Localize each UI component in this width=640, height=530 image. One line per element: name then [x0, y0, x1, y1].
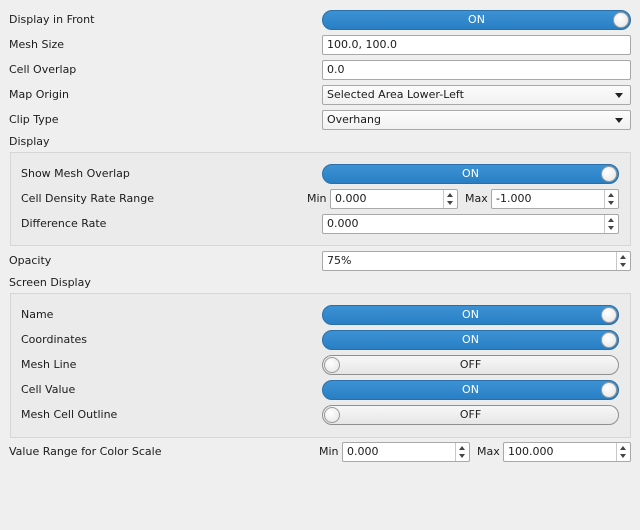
mesh-line-label: Mesh Line — [21, 358, 77, 371]
display-in-front-toggle[interactable]: ON — [322, 10, 631, 30]
opacity-label: Opacity — [9, 254, 52, 267]
color-scale-max-spinbox[interactable]: 100.000 — [503, 442, 631, 462]
toggle-knob — [324, 357, 340, 373]
map-origin-value: Selected Area Lower-Left — [327, 88, 464, 101]
toggle-knob — [601, 332, 617, 348]
cell-density-min-value: 0.000 — [335, 192, 367, 205]
name-label: Name — [21, 308, 54, 321]
cell-density-rate-range-label: Cell Density Rate Range — [21, 192, 154, 205]
toggle-knob — [601, 166, 617, 182]
spin-buttons[interactable] — [604, 215, 618, 233]
toggle-knob — [613, 12, 629, 28]
mesh-line-state: OFF — [459, 358, 482, 371]
clip-type-select[interactable]: Overhang — [322, 110, 631, 130]
cell-density-min-label: Min — [307, 192, 327, 205]
cell-overlap-label: Cell Overlap — [9, 63, 77, 76]
color-scale-min-spinbox[interactable]: 0.000 — [342, 442, 470, 462]
arrow-down-icon — [620, 263, 626, 267]
chevron-down-icon — [615, 118, 623, 123]
name-toggle[interactable]: ON — [322, 305, 619, 325]
cell-density-max-value: -1.000 — [496, 192, 532, 205]
opacity-spinbox[interactable]: 75% — [322, 251, 631, 271]
mesh-size-input[interactable]: 100.0, 100.0 — [322, 35, 631, 55]
clip-type-label: Clip Type — [9, 113, 59, 126]
mesh-cell-outline-state: OFF — [459, 408, 482, 421]
coordinates-state: ON — [462, 333, 479, 346]
display-section-title: Display — [9, 135, 50, 148]
mesh-line-toggle[interactable]: OFF — [322, 355, 619, 375]
show-mesh-overlap-label: Show Mesh Overlap — [21, 167, 130, 180]
arrow-up-icon — [620, 255, 626, 259]
color-scale-max-value: 100.000 — [508, 445, 554, 458]
display-in-front-label: Display in Front — [9, 13, 95, 26]
arrow-up-icon — [459, 446, 465, 450]
arrow-down-icon — [608, 226, 614, 230]
cell-density-min-spinbox[interactable]: 0.000 — [330, 189, 458, 209]
clip-type-value: Overhang — [327, 113, 381, 126]
color-scale-min-value: 0.000 — [347, 445, 379, 458]
color-scale-min-label: Min — [319, 445, 339, 458]
mesh-cell-outline-label: Mesh Cell Outline — [21, 408, 118, 421]
toggle-knob — [324, 407, 340, 423]
mesh-cell-outline-toggle[interactable]: OFF — [322, 405, 619, 425]
show-mesh-overlap-toggle[interactable]: ON — [322, 164, 619, 184]
arrow-down-icon — [459, 454, 465, 458]
cell-density-max-label: Max — [465, 192, 488, 205]
coordinates-label: Coordinates — [21, 333, 88, 346]
spin-buttons[interactable] — [616, 443, 630, 461]
chevron-down-icon — [615, 93, 623, 98]
name-state: ON — [462, 308, 479, 321]
screen-display-section-title: Screen Display — [9, 276, 91, 289]
cell-value-label: Cell Value — [21, 383, 76, 396]
color-scale-max-label: Max — [477, 445, 500, 458]
arrow-up-icon — [608, 218, 614, 222]
map-origin-label: Map Origin — [9, 88, 69, 101]
cell-density-max-spinbox[interactable]: -1.000 — [491, 189, 619, 209]
spin-buttons[interactable] — [604, 190, 618, 208]
arrow-up-icon — [608, 193, 614, 197]
difference-rate-spinbox[interactable]: 0.000 — [322, 214, 619, 234]
arrow-down-icon — [620, 454, 626, 458]
cell-overlap-input[interactable]: 0.0 — [322, 60, 631, 80]
cell-value-toggle[interactable]: ON — [322, 380, 619, 400]
difference-rate-label: Difference Rate — [21, 217, 107, 230]
toggle-knob — [601, 307, 617, 323]
difference-rate-value: 0.000 — [327, 217, 359, 230]
map-origin-select[interactable]: Selected Area Lower-Left — [322, 85, 631, 105]
opacity-value: 75% — [327, 254, 352, 267]
arrow-up-icon — [447, 193, 453, 197]
toggle-knob — [601, 382, 617, 398]
display-in-front-state: ON — [468, 13, 485, 26]
spin-buttons[interactable] — [455, 443, 469, 461]
value-range-color-scale-label: Value Range for Color Scale — [9, 445, 162, 458]
coordinates-toggle[interactable]: ON — [322, 330, 619, 350]
spin-buttons[interactable] — [616, 252, 630, 270]
spin-buttons[interactable] — [443, 190, 457, 208]
arrow-down-icon — [447, 201, 453, 205]
arrow-up-icon — [620, 446, 626, 450]
mesh-size-label: Mesh Size — [9, 38, 65, 51]
show-mesh-overlap-state: ON — [462, 167, 479, 180]
cell-value-state: ON — [462, 383, 479, 396]
arrow-down-icon — [608, 201, 614, 205]
